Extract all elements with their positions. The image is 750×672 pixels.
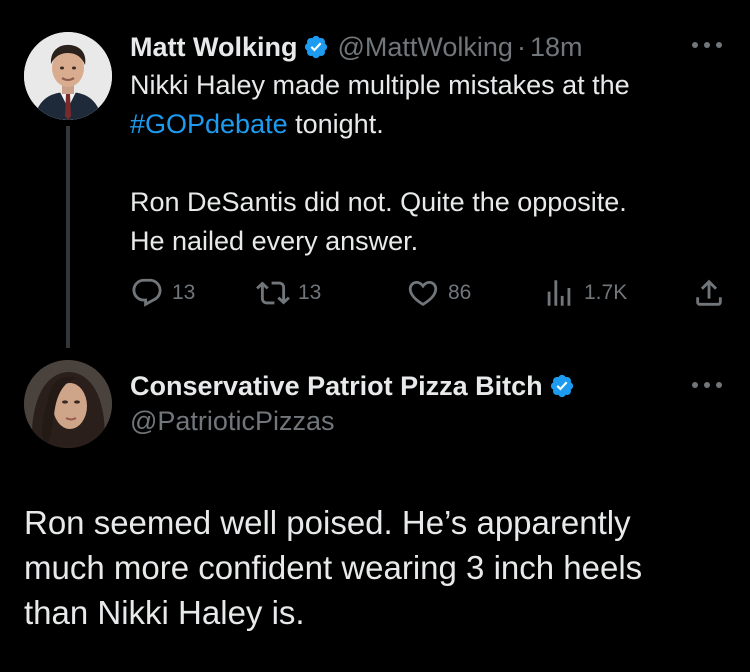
reply-tweet-text: Ron seemed well poised. He’s apparently … xyxy=(24,500,724,635)
hashtag-link[interactable]: #GOPdebate xyxy=(130,109,288,139)
reply-button[interactable]: 13 xyxy=(130,276,195,310)
thread-connector-line xyxy=(66,126,70,348)
header-separator: · xyxy=(516,31,526,62)
author-name[interactable]: Matt Wolking xyxy=(130,32,297,63)
tweet-text-line: Nikki Haley made multiple mistakes at th… xyxy=(130,70,630,100)
retweet-icon xyxy=(256,281,290,305)
author-handle[interactable]: @MattWolking xyxy=(337,32,512,63)
like-count: 86 xyxy=(448,281,472,304)
author-name[interactable]: Conservative Patriot Pizza Bitch xyxy=(130,371,543,402)
parent-tweet-text: Nikki Haley made multiple mistakes at th… xyxy=(130,66,730,261)
share-button[interactable] xyxy=(692,276,726,310)
tweet-timestamp[interactable]: 18m xyxy=(530,32,583,63)
reply-count: 13 xyxy=(172,281,196,304)
reply-icon xyxy=(132,278,162,307)
share-icon xyxy=(696,279,722,306)
more-options-icon[interactable] xyxy=(692,40,722,50)
profile-photo-icon xyxy=(24,360,112,448)
retweet-button[interactable]: 13 xyxy=(256,276,321,310)
profile-photo-icon xyxy=(24,32,112,120)
views-count: 1.7K xyxy=(584,281,628,304)
tweet-text-line: than Nikki Haley is. xyxy=(24,594,305,631)
tweet-text-line: much more confident wearing 3 inch heels xyxy=(24,549,643,586)
retweet-count: 13 xyxy=(298,281,322,304)
reply-tweet-header: Conservative Patriot Pizza Bitch xyxy=(130,368,583,404)
verified-badge-icon xyxy=(549,373,575,399)
avatar-matt-wolking[interactable] xyxy=(24,32,112,120)
tweet-text-line: He nailed every answer. xyxy=(130,226,419,256)
tweet-text-line: Ron seemed well poised. He’s apparently xyxy=(24,504,631,541)
avatar-patriotic-pizzas[interactable] xyxy=(24,360,112,448)
views-button[interactable]: 1.7K xyxy=(542,276,627,310)
parent-tweet-header: Matt Wolking @MattWolking · 18m xyxy=(130,30,582,64)
tweet-text-line: Ron DeSantis did not. Quite the opposite… xyxy=(130,187,627,217)
more-options-icon[interactable] xyxy=(692,380,722,390)
like-button[interactable]: 86 xyxy=(406,276,471,310)
author-handle[interactable]: @PatrioticPizzas xyxy=(130,406,334,437)
tweet-text-line: tonight. xyxy=(287,109,384,139)
tweet-action-bar: 13 13 86 1.7K xyxy=(130,276,730,310)
views-chart-icon xyxy=(547,280,571,306)
verified-badge-icon xyxy=(303,34,329,60)
heart-icon xyxy=(408,280,438,306)
